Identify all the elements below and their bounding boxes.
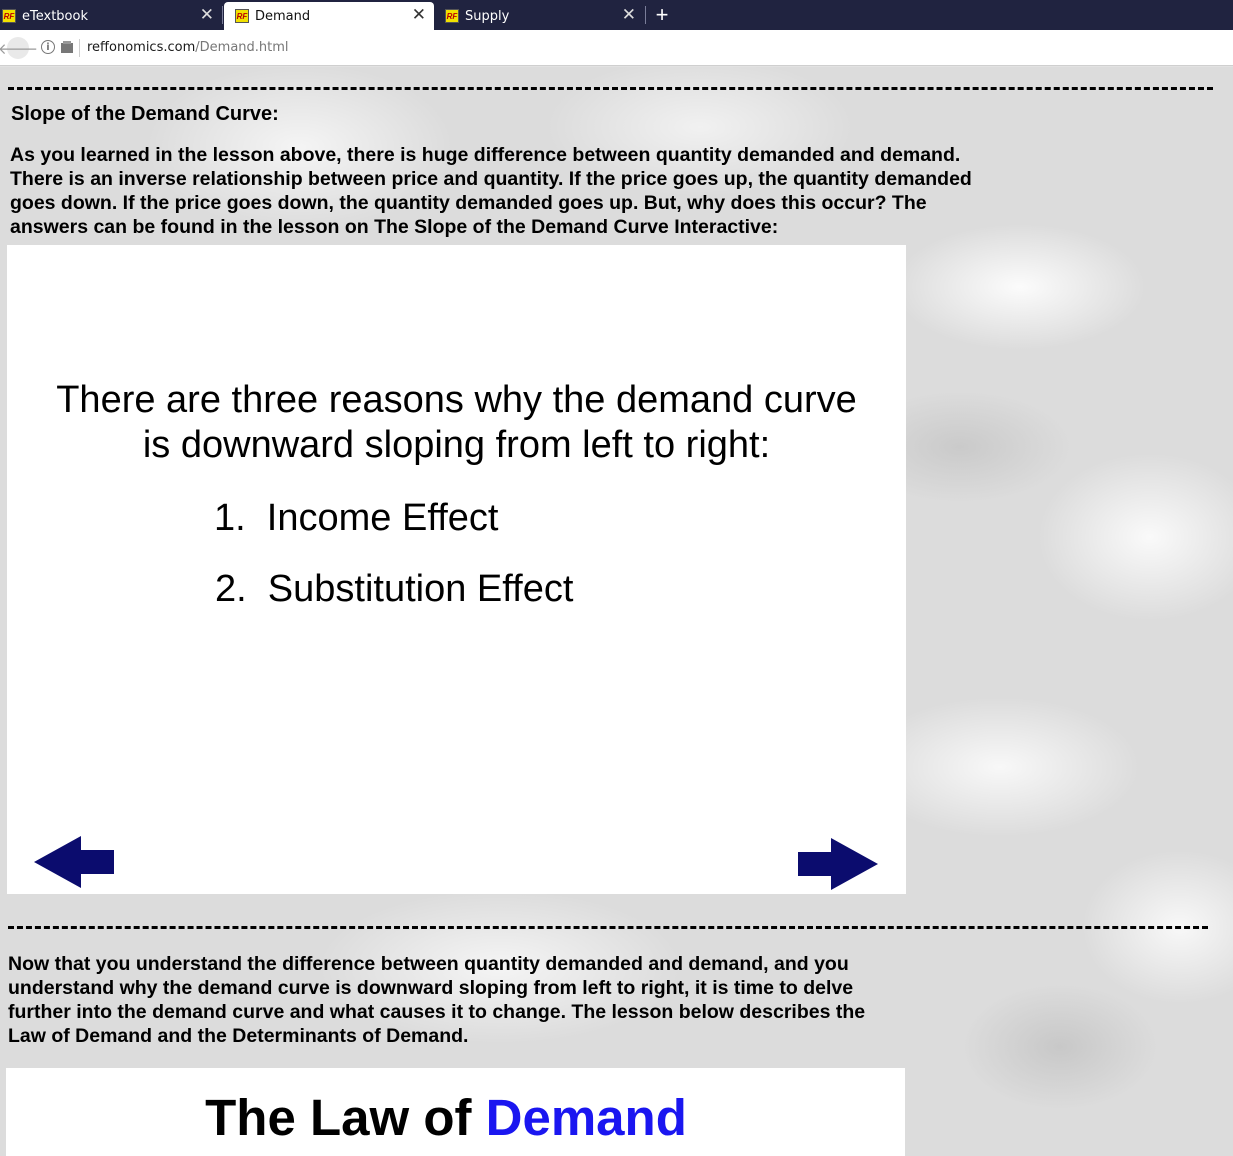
tab-label: Demand: [255, 8, 311, 24]
paragraph-line: further into the demand curve and what c…: [8, 1001, 866, 1023]
law-of-demand-panel: The Law of Demand: [6, 1068, 905, 1156]
next-arrow-icon[interactable]: [798, 838, 878, 890]
intro-line: answers can be found in the lesson on Th…: [10, 216, 779, 238]
dashed-divider: [8, 926, 1208, 929]
intro-line: As you learned in the lesson above, ther…: [10, 144, 961, 166]
slide-line: There are three reasons why the demand c…: [56, 379, 857, 421]
url-field[interactable]: reffonomics.com/Demand.html: [87, 40, 289, 55]
law-of-demand-title: The Law of Demand: [6, 1088, 886, 1147]
back-arrow-icon: 🡐: [0, 40, 39, 58]
previous-arrow-icon[interactable]: [34, 836, 114, 888]
title-highlight: Demand: [485, 1089, 687, 1146]
info-icon[interactable]: i: [41, 40, 55, 54]
section-heading: Slope of the Demand Curve:: [11, 103, 279, 125]
back-button[interactable]: 🡐: [0, 37, 38, 59]
url-host: reffonomics.com: [87, 40, 196, 55]
favicon-icon: RF: [2, 9, 16, 23]
url-divider: [79, 39, 80, 57]
tab-divider: [222, 6, 223, 24]
slide-statement: There are three reasons why the demand c…: [7, 378, 906, 468]
next-lesson-paragraph: Now that you understand the difference b…: [8, 952, 908, 1048]
slide-panel: There are three reasons why the demand c…: [7, 245, 906, 894]
slide-line: is downward sloping from left to right:: [142, 424, 771, 466]
close-icon[interactable]: ✕: [412, 5, 426, 25]
tab-bar: RF eTextbook ✕ RF Demand ✕ RF Supply ✕ +: [0, 0, 1233, 30]
intro-line: There is an inverse relationship between…: [10, 168, 972, 190]
page-icon: [61, 41, 73, 53]
address-bar: 🡐 i reffonomics.com/Demand.html: [0, 30, 1233, 66]
close-icon[interactable]: ✕: [200, 5, 214, 25]
intro-line: goes down. If the price goes down, the q…: [10, 192, 927, 214]
page-content: Slope of the Demand Curve: As you learne…: [0, 67, 1233, 1156]
tab-divider: [645, 6, 646, 24]
paragraph-line: Now that you understand the difference b…: [8, 953, 849, 975]
reason-income-effect: 1. Income Effect: [214, 497, 499, 539]
tab-demand[interactable]: RF Demand ✕: [224, 2, 434, 30]
paragraph-line: understand why the demand curve is downw…: [8, 977, 854, 999]
url-path: /Demand.html: [195, 40, 289, 55]
paragraph-line: Law of Demand and the Determinants of De…: [8, 1025, 469, 1047]
title-prefix: The Law of: [205, 1089, 486, 1146]
dashed-divider: [8, 87, 1213, 90]
intro-paragraph: As you learned in the lesson above, ther…: [10, 143, 1020, 239]
tab-label: eTextbook: [22, 8, 88, 24]
new-tab-button[interactable]: +: [650, 2, 674, 28]
tab-etextbook[interactable]: RF eTextbook ✕: [0, 2, 222, 30]
reason-substitution-effect: 2. Substitution Effect: [215, 568, 574, 610]
close-icon[interactable]: ✕: [622, 5, 636, 25]
tab-supply[interactable]: RF Supply ✕: [434, 2, 644, 30]
tab-label: Supply: [465, 8, 510, 24]
favicon-icon: RF: [235, 9, 249, 23]
favicon-icon: RF: [445, 9, 459, 23]
